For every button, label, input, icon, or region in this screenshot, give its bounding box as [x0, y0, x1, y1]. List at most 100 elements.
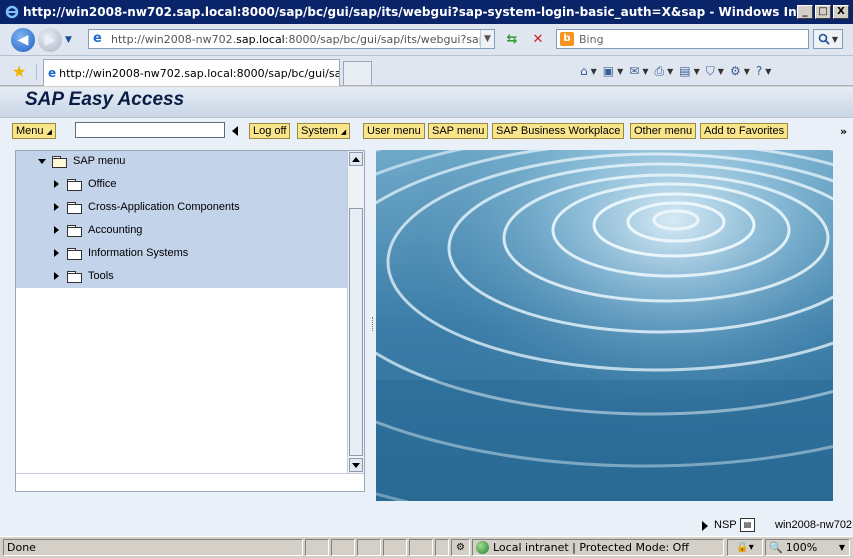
system-id: NSP	[714, 519, 737, 531]
back-button[interactable]: ◀	[11, 27, 35, 52]
page-icon: e	[48, 66, 57, 80]
folder-open-icon	[52, 155, 67, 168]
browser-status-bar: Done ⚙ Local intranet | Protected Mode: …	[0, 536, 853, 558]
search-placeholder: Bing	[579, 32, 604, 46]
tree-node-cross-application[interactable]: Cross-Application Components	[54, 198, 240, 216]
hide-command-field-icon[interactable]	[232, 126, 238, 136]
search-input[interactable]: b Bing	[556, 29, 809, 49]
tab-bar: ★ e http://win2008-nw702.sap.local:8000/…	[0, 56, 853, 86]
tab-sap-webgui[interactable]: e http://win2008-nw702.sap.local:8000/sa…	[43, 59, 340, 86]
status-cell	[435, 539, 449, 556]
expand-icon[interactable]	[54, 272, 59, 280]
tree-node-accounting[interactable]: Accounting	[54, 221, 142, 239]
menu-button[interactable]: Menu ◢	[12, 123, 56, 139]
more-actions-icon[interactable]: »	[840, 125, 847, 138]
status-cell	[357, 539, 381, 556]
maximize-button[interactable]: □	[815, 5, 831, 19]
favorites-star-icon[interactable]: ★	[12, 62, 26, 81]
refresh-icon[interactable]: ⇆	[502, 30, 522, 48]
host-name: win2008-nw702	[775, 519, 853, 531]
sap-menu-button[interactable]: SAP menu	[428, 123, 489, 139]
status-expand-icon[interactable]	[702, 521, 708, 531]
print-icon[interactable]: ⎙ ▼	[655, 61, 674, 81]
folder-icon	[67, 224, 82, 237]
splitter-handle[interactable]	[372, 317, 375, 331]
tree-node-tools[interactable]: Tools	[54, 267, 114, 285]
security-zone[interactable]: Local intranet | Protected Mode: Off	[472, 539, 724, 556]
tree-node-office[interactable]: Office	[54, 175, 117, 193]
home-icon[interactable]: ⌂ ▼	[580, 61, 597, 81]
tree-node-label: Cross-Application Components	[88, 201, 240, 213]
tree-node-label: Tools	[88, 270, 114, 282]
sap-webgui: SAP Easy Access Menu ◢ Log off System ◢ Us…	[0, 87, 853, 536]
address-dropdown-icon[interactable]: ▼	[480, 30, 494, 48]
scroll-down-icon[interactable]	[349, 458, 363, 472]
expand-icon[interactable]	[54, 180, 59, 188]
business-workplace-button[interactable]: SAP Business Workplace	[492, 123, 625, 139]
tree-node-label: Accounting	[88, 224, 143, 236]
protection-icon[interactable]: 🔒▾	[727, 539, 763, 556]
system-info-icon[interactable]: ▤	[740, 518, 755, 532]
user-menu-button[interactable]: User menu	[363, 123, 425, 139]
addon-icon[interactable]: ⚙	[451, 539, 470, 556]
water-ripple-image	[376, 150, 833, 501]
address-field[interactable]: e http://win2008-nw702.sap.local:8000/sa…	[88, 29, 495, 49]
expand-icon[interactable]	[54, 249, 59, 257]
feeds-icon[interactable]: ▣ ▼	[603, 61, 624, 81]
sap-header: SAP Easy Access	[0, 87, 853, 118]
log-off-button[interactable]: Log off	[249, 123, 291, 139]
scroll-thumb[interactable]	[349, 208, 363, 456]
scroll-up-icon[interactable]	[349, 152, 363, 166]
stop-icon[interactable]: ✕	[528, 30, 548, 48]
page-title: SAP Easy Access	[25, 89, 185, 110]
zoom-control[interactable]: 🔍 100% ▼	[765, 539, 850, 556]
tree-node-label: SAP menu	[73, 155, 126, 167]
expand-icon[interactable]	[54, 226, 59, 234]
tree-node-label: Information Systems	[88, 247, 189, 259]
command-bar: ⌂ ▼ ▣ ▼ ✉ ▼ ⎙ ▼ ▤ ▼ ⛉ ▼ ⚙ ▼ ? ▼	[580, 61, 772, 81]
page-menu-icon[interactable]: ▤ ▼	[679, 61, 700, 81]
sap-status-bar: NSP ▤ win2008-nw702	[0, 516, 853, 536]
tree-node-information-systems[interactable]: Information Systems	[54, 244, 188, 262]
status-text: Done	[3, 539, 303, 556]
help-icon[interactable]: ? ▼	[756, 61, 772, 81]
forward-button[interactable]: ▶	[38, 27, 62, 52]
system-menu-button[interactable]: System ◢	[297, 123, 351, 139]
folder-icon	[67, 247, 82, 260]
status-cell	[331, 539, 355, 556]
minimize-button[interactable]: _	[797, 5, 813, 19]
mail-icon[interactable]: ✉ ▼	[629, 61, 648, 81]
command-field[interactable]	[75, 122, 225, 138]
folder-icon	[67, 201, 82, 214]
safety-icon[interactable]: ⛉ ▼	[706, 61, 724, 81]
zoom-dropdown-icon[interactable]: ▼	[839, 543, 845, 552]
expand-icon[interactable]	[54, 203, 59, 211]
zoom-icon: 🔍	[769, 541, 783, 554]
other-menu-button[interactable]: Other menu	[630, 123, 697, 139]
status-cell	[409, 539, 433, 556]
new-tab-button[interactable]	[343, 61, 372, 85]
search-icon[interactable]: ▼	[813, 29, 843, 49]
page-icon: e	[93, 31, 102, 46]
recent-pages-dropdown-icon[interactable]: ▼	[65, 35, 75, 45]
bing-icon: b	[560, 32, 574, 46]
folder-icon	[67, 178, 82, 191]
address-url[interactable]: http://win2008-nw702.sap.local:8000/sap/…	[111, 33, 480, 46]
divider	[36, 64, 37, 80]
collapse-icon[interactable]	[38, 158, 46, 164]
vertical-scrollbar[interactable]	[347, 151, 364, 473]
navigation-bar: ◀ ▶ ▼ e http://win2008-nw702.sap.local:8…	[0, 24, 853, 56]
horizontal-scroll-area	[16, 473, 364, 491]
folder-icon	[67, 270, 82, 283]
add-to-favorites-button[interactable]: Add to Favorites	[700, 123, 789, 139]
tab-label: http://win2008-nw702.sap.local:8000/sap/…	[59, 66, 340, 80]
zone-label: Local intranet | Protected Mode: Off	[493, 541, 689, 554]
window-title-bar: http://win2008-nw702.sap.local:8000/sap/…	[0, 0, 853, 24]
close-button[interactable]: X	[833, 5, 849, 19]
window-title: http://win2008-nw702.sap.local:8000/sap/…	[23, 5, 797, 19]
tree-node-label: Office	[88, 178, 117, 190]
sap-toolbar: Menu ◢ Log off System ◢ User menu SAP menu…	[0, 118, 853, 142]
tree-node-sap-menu[interactable]: SAP menu	[38, 152, 125, 170]
menu-tree: SAP menu Office Cross-Application Compon…	[15, 150, 365, 492]
tools-gear-icon[interactable]: ⚙ ▼	[730, 61, 750, 81]
